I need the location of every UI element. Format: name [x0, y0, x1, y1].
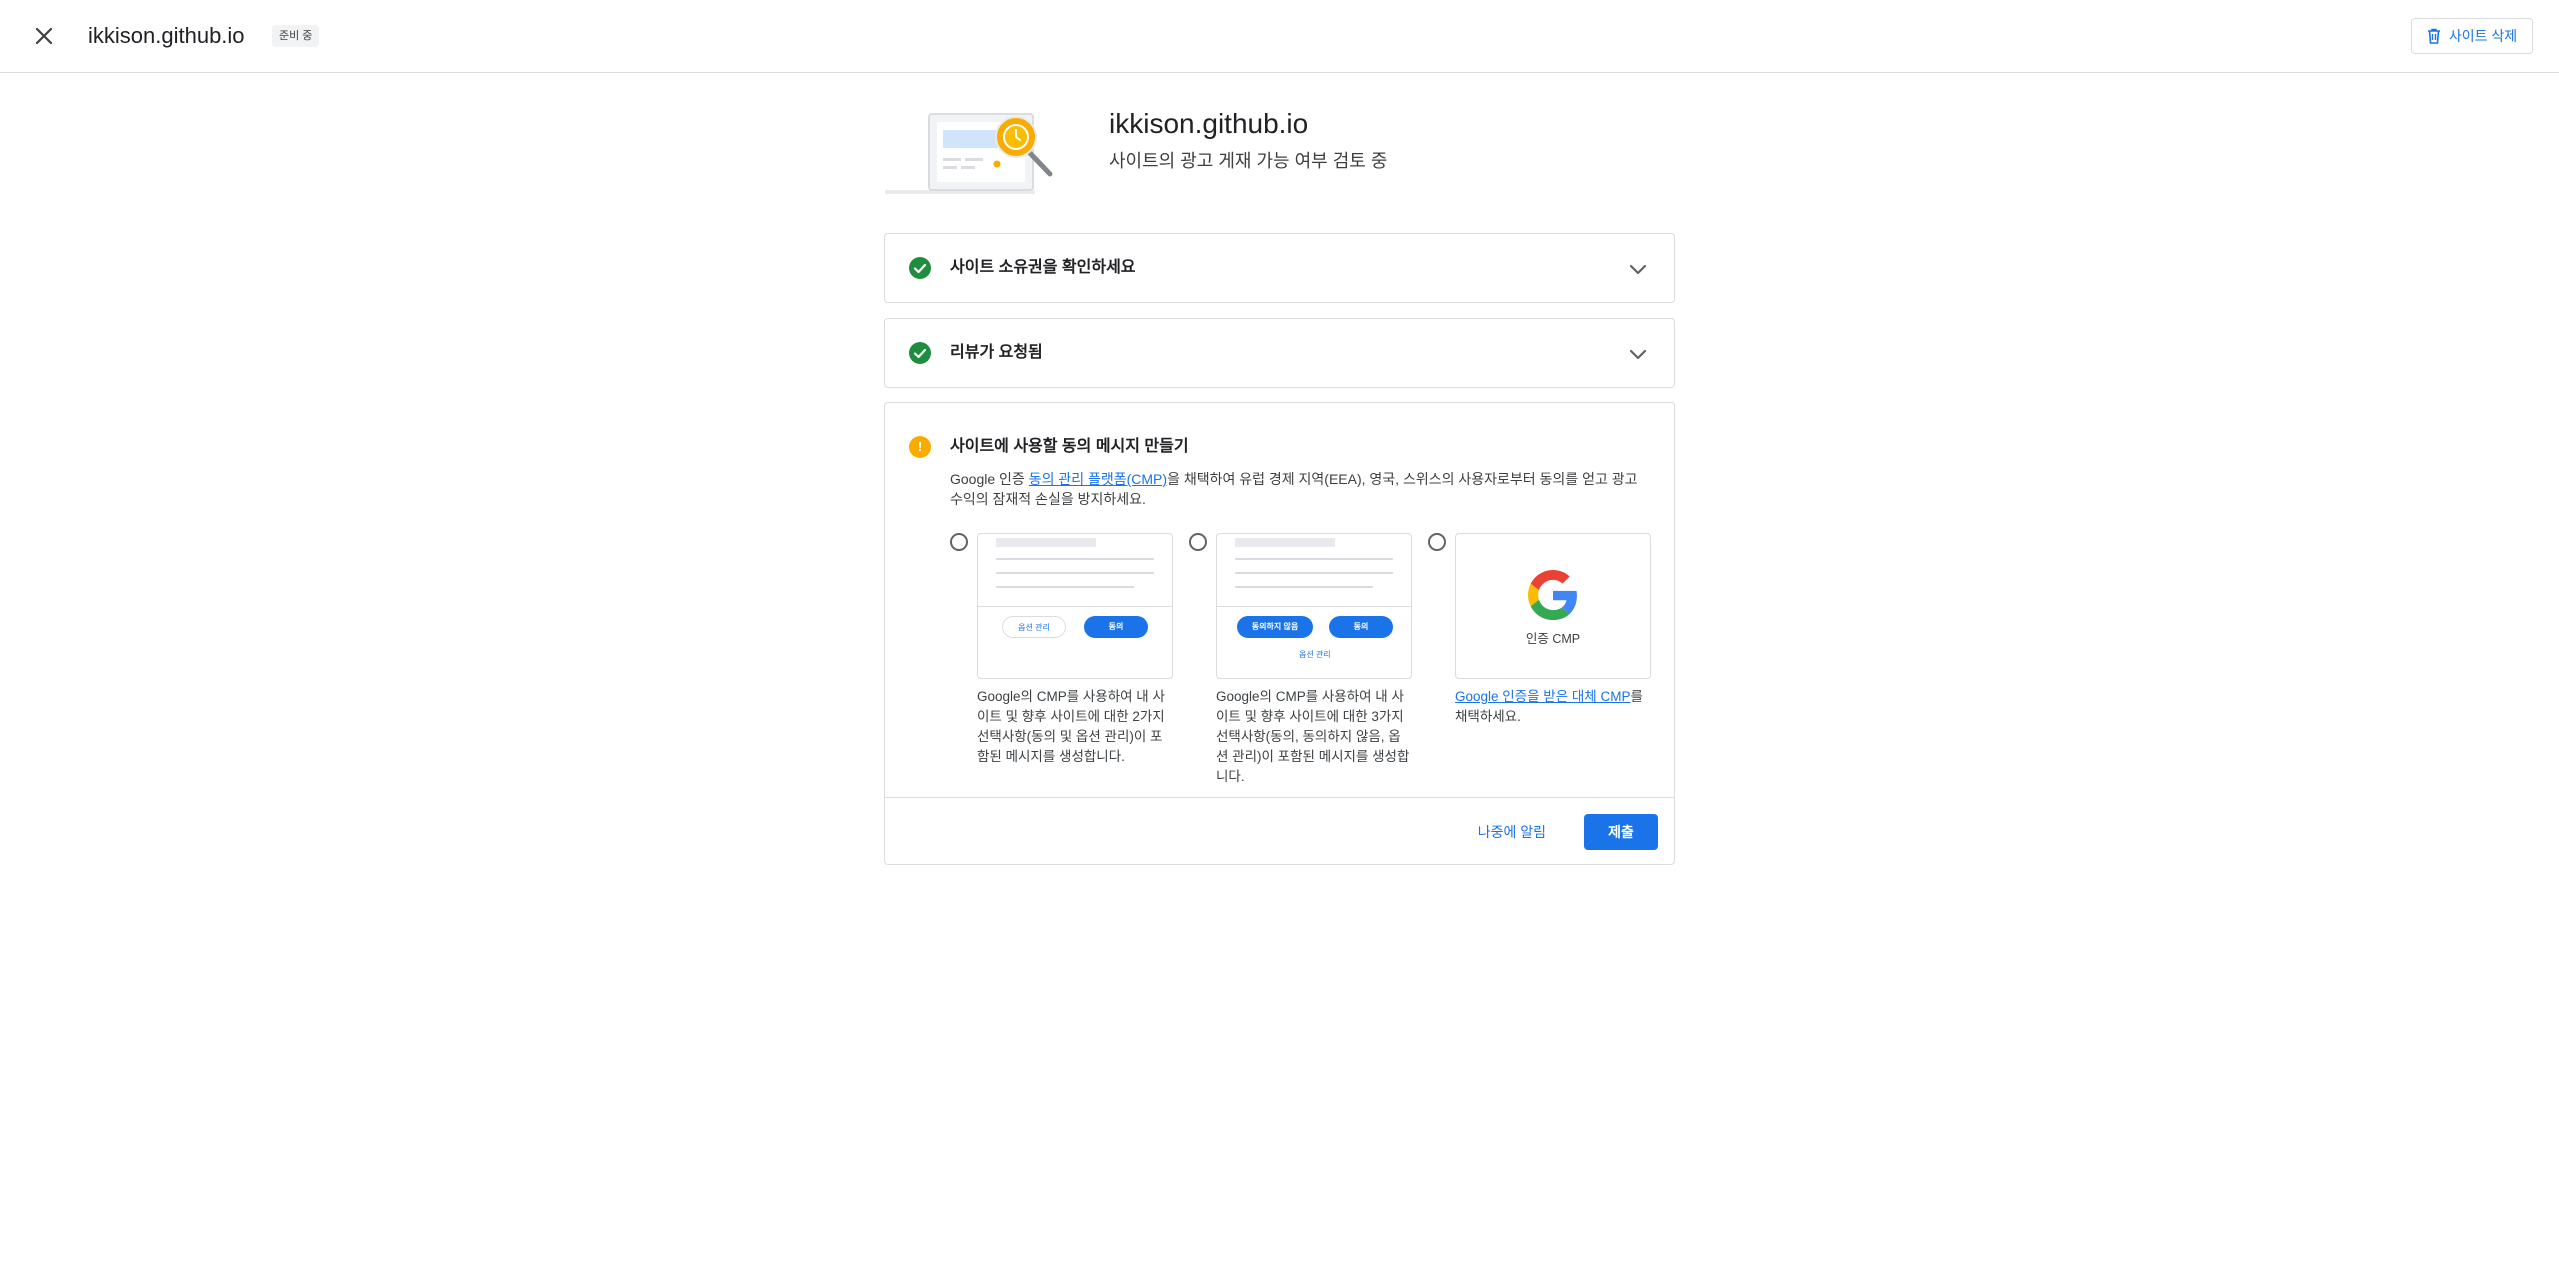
step-title: 리뷰가 요청됨 — [950, 344, 1043, 361]
desc-prefix: Google 인증 — [950, 471, 1029, 487]
close-button[interactable] — [26, 18, 62, 54]
consent-description: Google 인증 동의 관리 플랫폼(CMP)을 채택하여 유럽 경제 지역(… — [950, 469, 1650, 509]
preview-manage-options-button: 옵션 관리 — [1002, 616, 1066, 638]
trash-icon — [2427, 28, 2440, 44]
delete-site-label: 사이트 삭제 — [2448, 28, 2518, 44]
delete-site-button[interactable]: 사이트 삭제 — [2411, 18, 2533, 54]
site-review-illustration — [885, 113, 1053, 194]
chevron-down-icon[interactable] — [1626, 342, 1650, 366]
submit-button[interactable]: 제출 — [1584, 814, 1658, 850]
preview-decline-button: 동의하지 않음 — [1237, 616, 1313, 638]
certified-cmp-link[interactable]: Google 인증을 받은 대체 CMP — [1455, 689, 1630, 704]
check-circle-icon — [909, 257, 931, 279]
preview-line — [1235, 572, 1393, 574]
preview-line — [996, 586, 1134, 588]
preview-divider — [1217, 606, 1411, 607]
top-bar: ikkison.github.io 준비 중 사이트 삭제 — [0, 0, 2559, 73]
step-title: 사이트에 사용할 동의 메시지 만들기 — [950, 438, 1189, 455]
preview-heading-bar — [996, 538, 1096, 547]
preview-line — [1235, 586, 1373, 588]
preview-2-choices[interactable]: 옵션 관리 동의 — [977, 533, 1173, 679]
close-icon — [35, 27, 53, 45]
preview-line — [1235, 558, 1393, 560]
card-footer-divider — [885, 797, 1674, 798]
certified-cmp-label: 인증 CMP — [1525, 632, 1581, 646]
preview-consent-button: 동의 — [1084, 616, 1148, 638]
chevron-down-icon[interactable] — [1626, 257, 1650, 281]
remind-later-button[interactable]: 나중에 알림 — [1466, 814, 1558, 850]
page-title: ikkison.github.io — [1109, 108, 1309, 139]
option-description: Google의 CMP를 사용하여 내 사이트 및 향후 사이트에 대한 3가지… — [1216, 689, 1410, 784]
option-description: Google 인증을 받은 대체 CMP를 채택하세요. — [1455, 687, 1651, 727]
step-verify-ownership[interactable]: 사이트 소유권을 확인하세요 — [884, 233, 1675, 303]
check-circle-icon — [909, 342, 931, 364]
status-badge: 준비 중 — [272, 25, 320, 47]
option-description: Google의 CMP를 사용하여 내 사이트 및 향후 사이트에 대한 2가지… — [977, 689, 1165, 764]
preview-manage-options-link: 옵션 관리 — [1299, 650, 1331, 659]
step-title: 사이트 소유권을 확인하세요 — [950, 259, 1136, 276]
preview-heading-bar — [1235, 538, 1335, 547]
step-review-requested[interactable]: 리뷰가 요청됨 — [884, 318, 1675, 388]
option-radio-2-choices[interactable] — [950, 533, 968, 551]
google-logo-icon — [1528, 570, 1577, 620]
preview-certified-cmp[interactable]: 인증 CMP — [1455, 533, 1651, 679]
cmp-link[interactable]: 동의 관리 플랫폼(CMP) — [1029, 471, 1167, 487]
option-radio-certified-cmp[interactable] — [1428, 533, 1446, 551]
step-consent-message: ! 사이트에 사용할 동의 메시지 만들기 Google 인증 동의 관리 플랫… — [884, 402, 1675, 865]
preview-line — [996, 572, 1154, 574]
preview-consent-button: 동의 — [1329, 616, 1393, 638]
warning-icon: ! — [909, 436, 931, 458]
option-radio-3-choices[interactable] — [1189, 533, 1207, 551]
preview-line — [996, 558, 1154, 560]
preview-divider — [978, 606, 1172, 607]
page-subtitle: 사이트의 광고 게재 가능 여부 검토 중 — [1109, 151, 1388, 171]
preview-3-choices[interactable]: 동의하지 않음 동의 옵션 관리 — [1216, 533, 1412, 679]
site-title: ikkison.github.io — [88, 23, 245, 48]
